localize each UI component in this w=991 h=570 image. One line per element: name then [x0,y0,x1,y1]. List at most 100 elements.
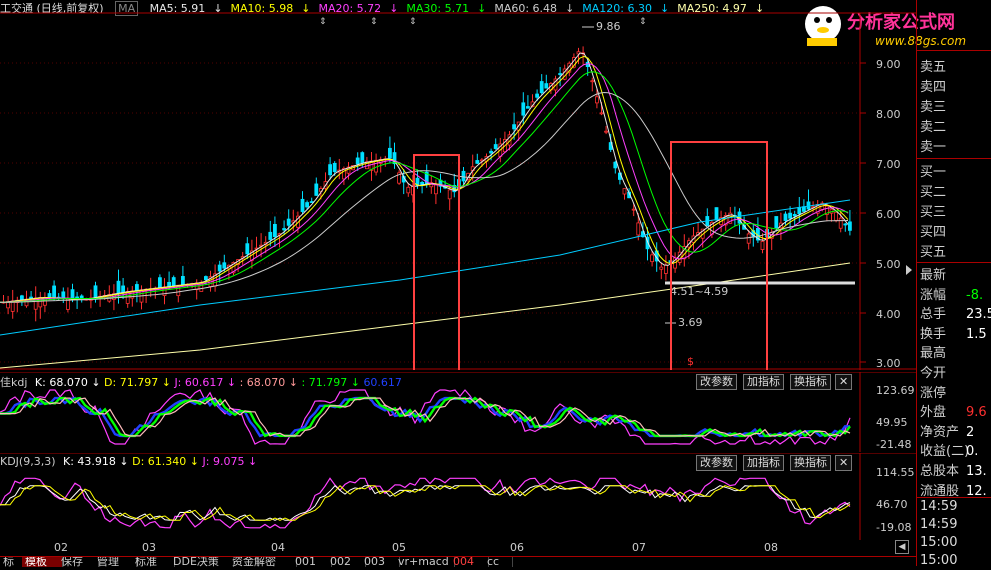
candlestick [121,285,125,293]
candlestick [526,106,530,109]
stat-row: 涨停 [920,385,991,403]
signal-marker: $ [687,355,694,368]
candlestick [493,144,498,149]
kdj2-header: KDJ(9,3,3) K: 43.918 ↓ D: 61.340 ↓ J: 9.… [0,455,257,468]
kdj1-switch-indicator-button[interactable]: 换指标 [790,374,831,390]
signal-arrow-icon: ⇕ [319,17,327,27]
arrow-down-icon: ↓ [189,455,200,468]
stat-row: 外盘 9.6 [920,404,991,422]
kdj2-switch-indicator-button[interactable]: 换指标 [790,455,831,471]
kdj2-d: D: 61.340 [132,455,187,468]
kdj1-edit-params-button[interactable]: 改参数 [696,374,737,390]
buy-level-4: 买四 [920,224,991,242]
kdj2-close-icon[interactable]: ✕ [835,455,853,471]
candlestick [664,264,668,274]
candlestick [521,102,526,116]
candlestick [489,150,494,154]
candlestick [309,201,314,203]
x-tick: 06 [510,541,524,554]
candlestick [180,276,185,286]
kdj2-k: K: 43.918 [63,455,116,468]
stat-row-label: 最高 [920,346,947,362]
kdj1-add-indicator-button[interactable]: 加指标 [743,374,784,390]
candlestick [134,284,139,291]
stat-row: 最新 [920,267,991,285]
sell-level-1-label: 卖一 [920,140,947,155]
sell-level-2-label: 卖二 [920,120,947,135]
stat-row: 换手 1.5 [920,326,991,344]
stat-row: 最高 [920,345,991,363]
kdj1-close-icon[interactable]: ✕ [835,374,853,390]
kdj1-v3: 60.617 [363,376,402,389]
trade-time: 15:00 [920,553,958,568]
candlestick [595,96,599,104]
candlestick [714,207,719,221]
price-ytick: 7.00 [876,158,901,171]
candlestick [843,223,848,226]
stat-row: 今开 [920,365,991,383]
template-tab-bar: 标模板 保存 管理 标准 DDE决策 资金解密 001 002 003 vr+macd 004 cc [0,556,916,567]
stat-row-value: 9.6 [966,405,987,421]
arrow-down-icon: ↓ [161,376,171,389]
stat-row-label: 净资产 [920,424,960,440]
sell-level-3: 卖三 [920,99,991,117]
buy-level-2: 买二 [920,184,991,202]
candlestick [203,276,208,280]
stat-row-label: 今开 [920,366,947,381]
stat-row-value: -8. [966,287,984,303]
candlestick [300,198,305,212]
candlestick [157,277,162,288]
kdj1-k: K: 68.070 [34,376,88,389]
candlestick [420,181,425,185]
kdj1-d: D: 71.797 [104,376,159,389]
candlestick [512,124,516,130]
stat-row-label: 收益(二) [920,444,970,460]
candlestick [314,183,319,196]
moving-average-line [0,71,849,303]
candlestick [461,170,466,182]
candlestick [797,207,802,215]
scroll-left-icon[interactable]: ◀ [895,540,909,554]
candlestick [268,231,273,240]
x-tick: 05 [392,541,406,554]
candlestick [19,295,24,301]
candlestick [631,208,636,211]
stat-row-value: 1.5 [966,326,987,342]
buy-level-1-label: 买一 [920,165,947,180]
kdj1-title: 佳kdj [0,376,28,389]
candlestick [52,285,56,299]
price-ytick: 6.00 [876,208,901,221]
arrow-down-icon: ↓ [91,376,101,389]
sell-level-5-label: 卖五 [920,60,947,75]
sell-level-5: 卖五 [920,59,991,77]
candlestick [792,214,797,217]
candlestick [636,222,641,236]
price-chart[interactable]: 9.86 4.51~4.59 3.69 $ ⇕ ⇕ ⇕ ⇕ [0,0,916,370]
kdj2-edit-params-button[interactable]: 改参数 [696,455,737,471]
candlestick [328,164,333,176]
x-tick: 04 [271,541,285,554]
x-tick: 08 [764,541,778,554]
candlestick [760,241,765,250]
arrow-down-icon: ↓ [226,376,237,389]
kdj2-add-indicator-button[interactable]: 加指标 [743,455,784,471]
kdj2-line [0,484,851,521]
price-ytick: 8.00 [876,108,901,121]
candlestick [622,188,627,195]
kdj1-ytick: 49.95 [876,416,908,429]
candlestick [535,93,539,98]
candlestick [558,73,562,75]
kdj1-j: J: 60.617 [174,376,224,389]
kdj1-v2: : 71.797 [301,376,348,389]
buy-level-3-label: 买三 [920,205,947,220]
candlestick [217,264,222,272]
sell-level-3-label: 卖三 [920,100,947,115]
stat-row-value: 2 [966,424,975,440]
sell-level-4-label: 卖四 [920,80,947,95]
price-ytick: 4.00 [876,308,901,321]
x-tick: 07 [632,541,646,554]
kdj2-title: KDJ(9,3,3) [0,455,56,468]
candlestick [116,280,121,294]
stat-row: 净资产 2 [920,424,991,442]
candlestick [93,285,98,298]
